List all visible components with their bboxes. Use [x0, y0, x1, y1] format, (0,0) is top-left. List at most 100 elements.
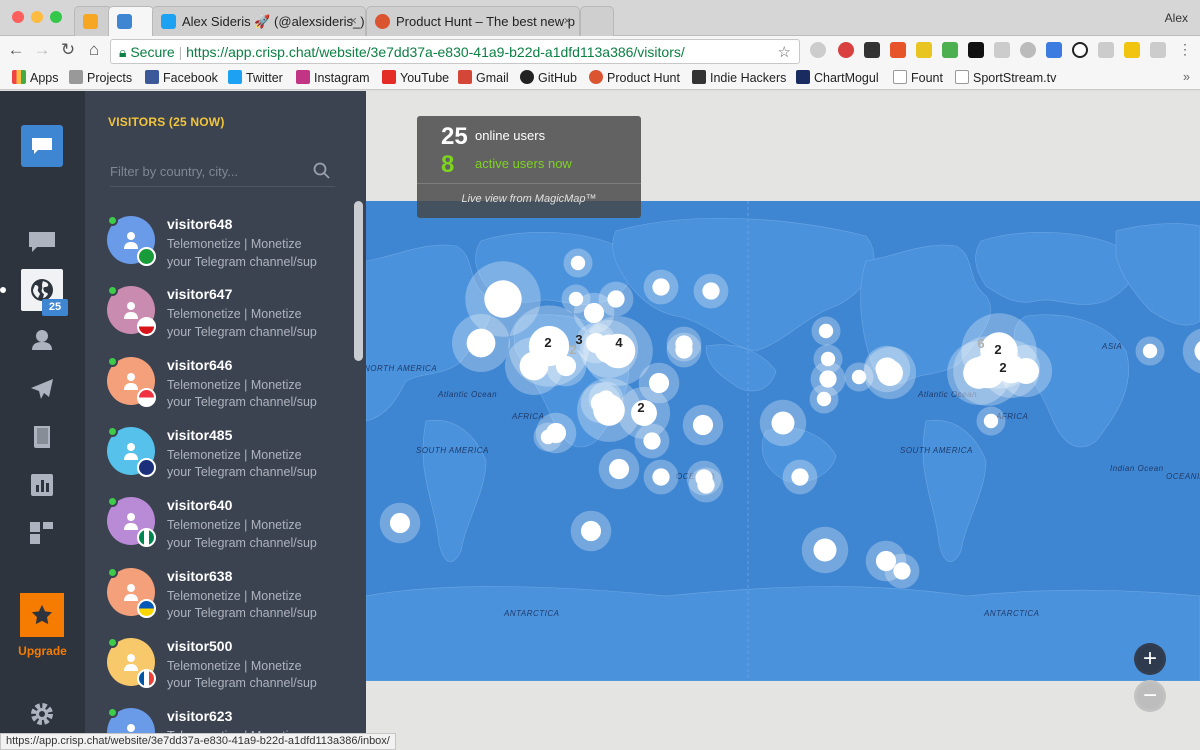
- tab-product-hunt[interactable]: Product Hunt – The best new p ×: [366, 6, 580, 36]
- cluster-count[interactable]: 6: [977, 336, 984, 351]
- visitor-dot[interactable]: [643, 432, 661, 450]
- visitor-dot[interactable]: [389, 512, 411, 534]
- chat-icon[interactable]: [21, 221, 63, 263]
- visitor-dot[interactable]: [484, 280, 522, 318]
- visitor-dot[interactable]: [893, 562, 911, 580]
- bookmark-instagram[interactable]: Instagram: [296, 70, 370, 85]
- visitor-dot[interactable]: [608, 458, 630, 480]
- visitor-dot[interactable]: [963, 357, 995, 389]
- extension-icon[interactable]: [968, 42, 984, 58]
- visitor-dot[interactable]: [983, 413, 999, 429]
- search-icon[interactable]: [313, 162, 330, 182]
- bookmark-star-icon[interactable]: ☆: [778, 43, 791, 61]
- visitor-dot[interactable]: [580, 520, 602, 542]
- cluster-count[interactable]: 4: [615, 335, 623, 350]
- visitor-dot[interactable]: [692, 414, 714, 436]
- home-icon[interactable]: ⌂: [84, 40, 104, 60]
- world-map[interactable]: NORTH AMERICA Atlantic Ocean AFRICA SOUT…: [366, 201, 1200, 681]
- visitor-dot[interactable]: [771, 411, 795, 435]
- more-bookmarks-icon[interactable]: »: [1183, 70, 1190, 84]
- tab-analytics[interactable]: [74, 6, 112, 36]
- menu-icon[interactable]: ⋮: [1178, 41, 1194, 57]
- visitor-row[interactable]: visitor647 Telemonetize | Monetize your T…: [85, 284, 350, 354]
- extension-icon[interactable]: [916, 42, 932, 58]
- extension-icon[interactable]: [1020, 42, 1036, 58]
- bookmark-gmail[interactable]: Gmail: [458, 70, 509, 85]
- bookmark-projects[interactable]: Projects: [69, 70, 132, 85]
- visitor-dot[interactable]: [675, 335, 693, 353]
- reload-icon[interactable]: ↻: [58, 40, 78, 60]
- zoom-in-button[interactable]: +: [1134, 643, 1166, 675]
- visitor-dot[interactable]: [697, 476, 715, 494]
- crisp-logo-icon[interactable]: [21, 125, 63, 167]
- new-tab-button[interactable]: [580, 6, 614, 36]
- tab-twitter[interactable]: Alex Sideris 🚀 (@alexsideris_) ×: [152, 6, 366, 36]
- extension-icon[interactable]: [1072, 42, 1088, 58]
- minimize-window-button[interactable]: [31, 11, 43, 23]
- visitor-dot[interactable]: [813, 538, 837, 562]
- visitor-dot[interactable]: [791, 468, 809, 486]
- extension-icon[interactable]: [838, 42, 854, 58]
- send-icon[interactable]: [21, 368, 63, 410]
- visitor-dot[interactable]: [877, 360, 903, 386]
- extension-icon[interactable]: [1098, 42, 1114, 58]
- visitor-dot[interactable]: [540, 429, 556, 445]
- cluster-count[interactable]: 2: [994, 342, 1001, 357]
- address-bar[interactable]: 🔒︎ Secure | https://app.crisp.chat/websi…: [110, 39, 800, 64]
- close-tab-icon[interactable]: ×: [349, 13, 357, 28]
- extension-icon[interactable]: [1124, 42, 1140, 58]
- bookmark-github[interactable]: GitHub: [520, 70, 577, 85]
- visitor-row[interactable]: visitor485 Telemonetize | Monetize your T…: [85, 425, 350, 495]
- extension-icon[interactable]: [810, 42, 826, 58]
- filter-input[interactable]: Filter by country, city...: [110, 159, 335, 187]
- tab-crisp[interactable]: [108, 6, 154, 36]
- extension-icon[interactable]: [1046, 42, 1062, 58]
- visitor-dot[interactable]: [1142, 343, 1158, 359]
- extension-icon[interactable]: [1150, 42, 1166, 58]
- visitor-row[interactable]: visitor646 Telemonetize | Monetize your T…: [85, 355, 350, 425]
- bookmark-youtube[interactable]: YouTube: [382, 70, 449, 85]
- user-icon[interactable]: [21, 319, 63, 361]
- visitor-dot[interactable]: [1013, 358, 1039, 384]
- visitor-dot[interactable]: [568, 291, 584, 307]
- extension-icon[interactable]: [864, 42, 880, 58]
- cluster-count[interactable]: 2: [569, 342, 576, 357]
- bookmark-apps[interactable]: Apps: [12, 70, 59, 85]
- bookmark-chartmogul[interactable]: ChartMogul: [796, 70, 879, 85]
- visitors-scrollbar[interactable]: [354, 201, 363, 361]
- visitor-dot[interactable]: [519, 351, 549, 381]
- extension-icon[interactable]: [942, 42, 958, 58]
- visitor-row[interactable]: visitor648 Telemonetize | Monetize your T…: [85, 214, 350, 284]
- cluster-count[interactable]: 2: [544, 335, 551, 350]
- visitor-dot[interactable]: [555, 355, 577, 377]
- visitor-dot[interactable]: [466, 328, 496, 358]
- plugins-icon[interactable]: [21, 512, 63, 554]
- bookmark-fount[interactable]: Fount: [893, 70, 943, 85]
- book-icon[interactable]: [21, 416, 63, 458]
- zoom-out-button[interactable]: −: [1134, 680, 1166, 712]
- extension-icon[interactable]: [994, 42, 1010, 58]
- bookmark-sportstream[interactable]: SportStream.tv: [955, 70, 1056, 85]
- analytics-icon[interactable]: [21, 464, 63, 506]
- cluster-count[interactable]: 2: [999, 360, 1006, 375]
- visitor-dot[interactable]: [652, 278, 670, 296]
- cluster-count[interactable]: 2: [637, 400, 644, 415]
- bookmark-indie-hackers[interactable]: Indie Hackers: [692, 70, 786, 85]
- visitor-dot[interactable]: [590, 392, 612, 414]
- back-icon[interactable]: ←: [6, 40, 26, 60]
- bookmark-product-hunt[interactable]: Product Hunt: [589, 70, 680, 85]
- visitor-dot[interactable]: [652, 468, 670, 486]
- forward-icon[interactable]: →: [32, 40, 52, 60]
- profile-name[interactable]: Alex: [1165, 11, 1188, 25]
- visitor-dot[interactable]: [818, 323, 834, 339]
- bookmark-facebook[interactable]: Facebook: [145, 70, 218, 85]
- settings-gear-icon[interactable]: [21, 693, 63, 735]
- visitor-dot[interactable]: [816, 391, 832, 407]
- visitor-dot[interactable]: [702, 282, 720, 300]
- visitor-row[interactable]: visitor500 Telemonetize | Monetize your T…: [85, 636, 350, 706]
- zoom-window-button[interactable]: [50, 11, 62, 23]
- extension-icon[interactable]: [890, 42, 906, 58]
- visitor-row[interactable]: visitor640 Telemonetize | Monetize your T…: [85, 495, 350, 565]
- visitor-dot[interactable]: [570, 255, 586, 271]
- close-tab-icon[interactable]: ×: [563, 13, 571, 28]
